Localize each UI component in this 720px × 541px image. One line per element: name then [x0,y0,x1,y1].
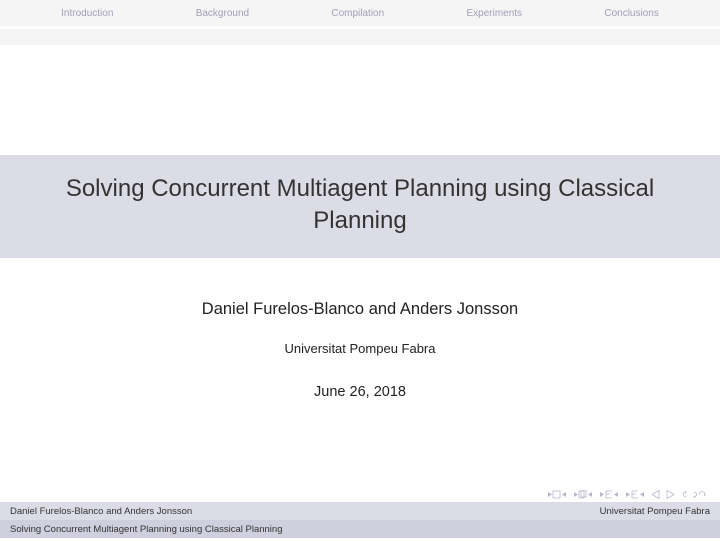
nav-frame-back-icon[interactable] [574,490,592,499]
section-nav: Introduction Background Compilation Expe… [0,0,720,26]
nav-item-compilation[interactable]: Compilation [331,8,384,19]
nav-slide-back-icon[interactable] [548,490,566,499]
nav-item-background[interactable]: Background [196,8,249,19]
affiliation: Universitat Pompeu Fabra [0,341,720,356]
footline-right: Universitat Pompeu Fabra [600,506,710,517]
slide-content: Solving Concurrent Multiagent Planning u… [0,45,720,400]
nav-item-introduction[interactable]: Introduction [61,8,113,19]
nav-item-conclusions[interactable]: Conclusions [604,8,658,19]
nav-section-back-icon[interactable] [626,490,644,499]
footline-left: Daniel Furelos-Blanco and Anders Jonsson [10,506,192,517]
footline-authors: Daniel Furelos-Blanco and Anders Jonsson… [0,502,720,520]
nav-item-experiments[interactable]: Experiments [466,8,522,19]
footline-title: Solving Concurrent Multiagent Planning u… [0,520,720,538]
presentation-title: Solving Concurrent Multiagent Planning u… [40,173,680,238]
nav-circular-icon[interactable] [682,490,706,499]
beamer-nav-controls [548,490,706,499]
nav-subsection-back-icon[interactable] [600,490,618,499]
title-block: Solving Concurrent Multiagent Planning u… [0,155,720,258]
footline-title-text: Solving Concurrent Multiagent Planning u… [10,524,283,535]
nav-back-forward-icon[interactable] [652,490,674,499]
subsection-bar [0,29,720,45]
presentation-date: June 26, 2018 [0,384,720,400]
authors: Daniel Furelos-Blanco and Anders Jonsson [0,300,720,319]
